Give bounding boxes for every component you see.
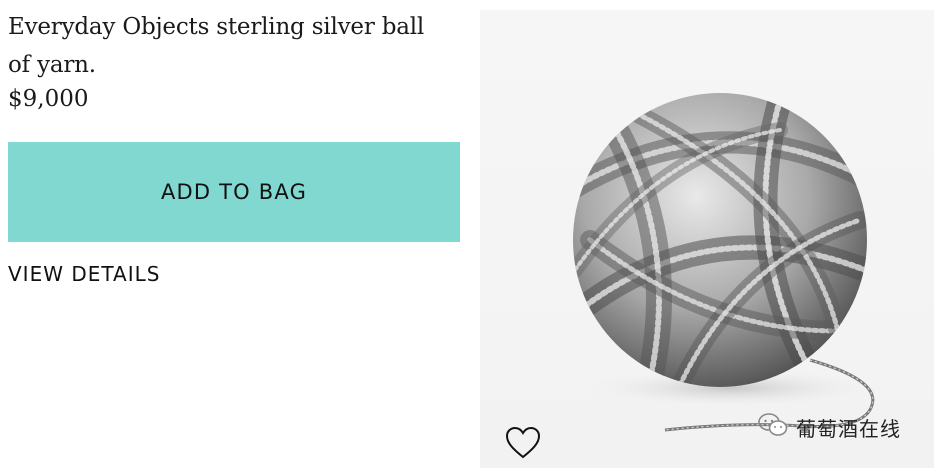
product-info: Everyday Objects sterling silver ball of… [8,0,460,114]
heart-outline-icon[interactable] [505,426,541,460]
add-to-bag-label: ADD TO BAG [160,180,308,204]
product-image[interactable] [480,10,934,468]
wechat-icon [758,412,788,442]
add-to-bag-button[interactable]: ADD TO BAG [8,142,460,242]
view-details-link[interactable]: VIEW DETAILS [8,262,160,286]
watermark-text: 葡萄酒在线 [796,416,901,441]
product-price: $9,000 [8,86,89,112]
watermark: 葡萄酒在线 [758,412,901,442]
yarn-ball-image [573,93,880,432]
product-title: Everyday Objects sterling silver ball of… [8,14,425,78]
